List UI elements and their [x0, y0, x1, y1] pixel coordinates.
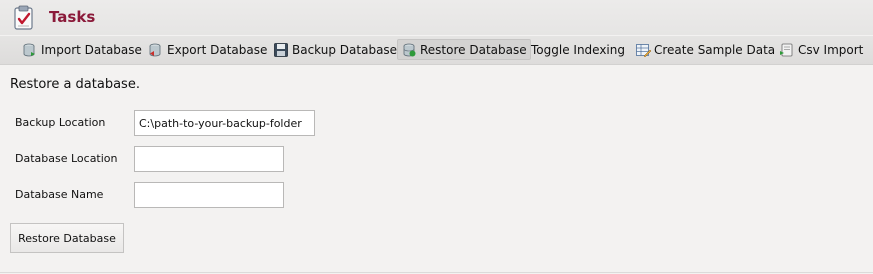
- database-location-input[interactable]: [134, 146, 284, 172]
- panel-title: Tasks: [49, 8, 96, 26]
- backup-location-label: Backup Location: [15, 116, 106, 129]
- bottom-divider: [0, 272, 873, 273]
- csv-import-icon: [780, 43, 793, 56]
- export-database-label: Export Database: [167, 42, 268, 57]
- export-database-button[interactable]: Export Database: [145, 39, 270, 60]
- create-sample-data-label: Create Sample Data: [654, 42, 776, 57]
- import-database-label: Import Database: [41, 42, 142, 57]
- database-name-input[interactable]: [134, 182, 284, 208]
- restore-database-tab[interactable]: Restore Database: [397, 39, 531, 60]
- backup-database-button[interactable]: Backup Database: [270, 39, 400, 60]
- toggle-indexing-label: Toggle Indexing: [531, 42, 625, 57]
- floppy-disk-icon: [274, 42, 288, 57]
- tasks-header: Tasks: [0, 0, 873, 35]
- backup-location-input[interactable]: [134, 110, 315, 136]
- database-restore-icon: [403, 43, 416, 56]
- restore-database-label: Restore Database: [420, 42, 527, 57]
- import-database-button[interactable]: Import Database: [19, 39, 145, 60]
- task-toolbar: Import Database Export Database Backup D…: [0, 36, 873, 65]
- database-location-label: Database Location: [15, 152, 118, 165]
- backup-database-label: Backup Database: [292, 42, 398, 57]
- create-sample-data-button[interactable]: Create Sample Data: [632, 39, 778, 60]
- csv-import-label: Csv Import: [798, 42, 864, 57]
- csv-import-button[interactable]: Csv Import: [776, 39, 866, 60]
- database-export-icon: [149, 43, 161, 56]
- form-heading: Restore a database.: [10, 77, 140, 92]
- clipboard-check-icon: [12, 5, 36, 31]
- database-import-icon: [23, 43, 35, 56]
- database-name-label: Database Name: [15, 188, 104, 201]
- toggle-indexing-button[interactable]: Toggle Indexing: [528, 39, 628, 60]
- table-pencil-icon: [636, 43, 651, 57]
- restore-database-button[interactable]: Restore Database: [10, 223, 124, 253]
